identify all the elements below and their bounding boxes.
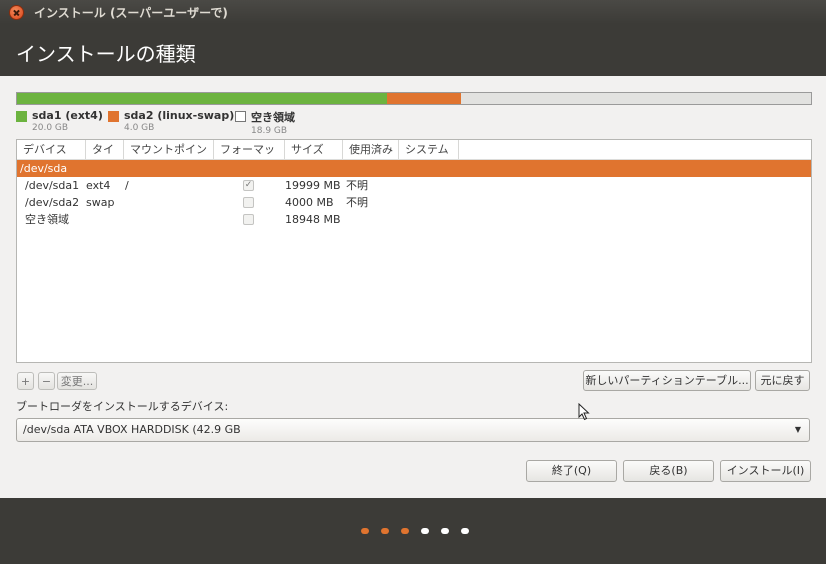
page-title: インストールの種類 xyxy=(16,42,196,66)
footer xyxy=(0,498,826,564)
progress-dot xyxy=(361,528,369,534)
legend-swatch xyxy=(16,111,27,122)
column-header[interactable]: マウントポイント xyxy=(124,140,214,175)
format-checkbox[interactable] xyxy=(243,197,254,208)
legend-swatch xyxy=(235,111,246,122)
progress-dot xyxy=(381,528,389,534)
legend-swatch xyxy=(108,111,119,122)
legend-size: 4.0 GB xyxy=(124,123,155,133)
legend-label: sda1 (ext4) xyxy=(32,109,103,122)
revert-button[interactable]: 元に戻す xyxy=(755,370,810,391)
close-icon[interactable] xyxy=(9,4,24,20)
progress-dot xyxy=(461,528,469,534)
progress-dot xyxy=(401,528,409,534)
partition-bar-segment xyxy=(460,93,811,104)
table-cell: swap xyxy=(86,196,115,209)
table-cell: 4000 MB xyxy=(285,196,334,209)
bootloader-label: ブートローダをインストールするデバイス: xyxy=(16,400,229,413)
partition-bar xyxy=(16,92,812,105)
table-cell: 不明 xyxy=(346,179,368,192)
table-cell: /dev/sda1 xyxy=(25,179,80,192)
dropdown-arrow-icon: ▼ xyxy=(794,425,801,434)
table-cell: /dev/sda2 xyxy=(25,196,80,209)
table-row[interactable]: /dev/sda xyxy=(17,160,811,177)
title-bar: インストール (スーパーユーザーで) xyxy=(0,0,826,24)
main-content: sda1 (ext4) 20.0 GB sda2 (linux-swap) 4.0 G… xyxy=(0,76,826,498)
partition-bar-segment xyxy=(17,93,387,104)
mouse-cursor-icon xyxy=(578,403,590,421)
partition-table[interactable]: デバイスタイプマウントポイントフォーマットサイズ使用済みシステム/dev/sda… xyxy=(16,139,812,363)
change-partition-button[interactable]: 変更... xyxy=(57,372,97,390)
partition-bar-segment xyxy=(387,93,461,104)
progress-dots xyxy=(361,528,481,534)
bootloader-device-select[interactable]: /dev/sda ATA VBOX HARDDISK (42.9 GB ▼ xyxy=(16,418,810,442)
column-header[interactable]: システム xyxy=(399,140,459,159)
progress-dot xyxy=(421,528,429,534)
column-header[interactable]: タイプ xyxy=(86,140,124,175)
legend-item: sda2 (linux-swap) 4.0 GB xyxy=(108,109,234,133)
window-title: インストール (スーパーユーザーで) xyxy=(34,5,228,20)
table-cell: 19999 MB xyxy=(285,179,341,192)
legend-item: sda1 (ext4) 20.0 GB xyxy=(16,109,103,133)
table-row[interactable]: /dev/sda2 swap 4000 MB 不明 xyxy=(17,194,811,211)
format-checkbox[interactable]: ✓ xyxy=(243,180,254,191)
table-cell: ext4 xyxy=(86,179,111,192)
bootloader-selected-value: /dev/sda ATA VBOX HARDDISK (42.9 GB xyxy=(23,423,241,436)
legend-item: 空き領域 18.9 GB xyxy=(235,109,295,136)
column-header[interactable]: サイズ xyxy=(285,140,343,159)
install-button[interactable]: インストール(I) xyxy=(720,460,811,482)
quit-button[interactable]: 終了(Q) xyxy=(526,460,617,482)
table-cell: 空き領域 xyxy=(25,213,69,226)
legend-size: 20.0 GB xyxy=(32,123,69,133)
legend-label: 空き領域 xyxy=(251,111,295,124)
table-row[interactable]: /dev/sda1 ext4 / 19999 MB 不明 ✓ xyxy=(17,177,811,194)
column-header[interactable]: デバイス xyxy=(17,140,86,159)
legend-label: sda2 (linux-swap) xyxy=(124,109,235,122)
back-button[interactable]: 戻る(B) xyxy=(623,460,714,482)
add-partition-button[interactable]: + xyxy=(17,372,34,390)
format-checkbox[interactable] xyxy=(243,214,254,225)
column-header[interactable]: フォーマット xyxy=(214,140,285,175)
table-cell: 不明 xyxy=(346,196,368,209)
table-cell: 18948 MB xyxy=(285,213,341,226)
legend-size: 18.9 GB xyxy=(251,126,288,136)
table-row[interactable]: 空き領域 18948 MB xyxy=(17,211,811,228)
new-partition-table-button[interactable]: 新しいパーティションテーブル... xyxy=(583,370,751,391)
progress-dot xyxy=(441,528,449,534)
remove-partition-button[interactable]: − xyxy=(38,372,55,390)
header: インストールの種類 xyxy=(0,24,826,76)
column-header[interactable]: 使用済み xyxy=(343,140,399,159)
table-cell: / xyxy=(125,179,129,192)
table-cell: /dev/sda xyxy=(20,162,68,175)
